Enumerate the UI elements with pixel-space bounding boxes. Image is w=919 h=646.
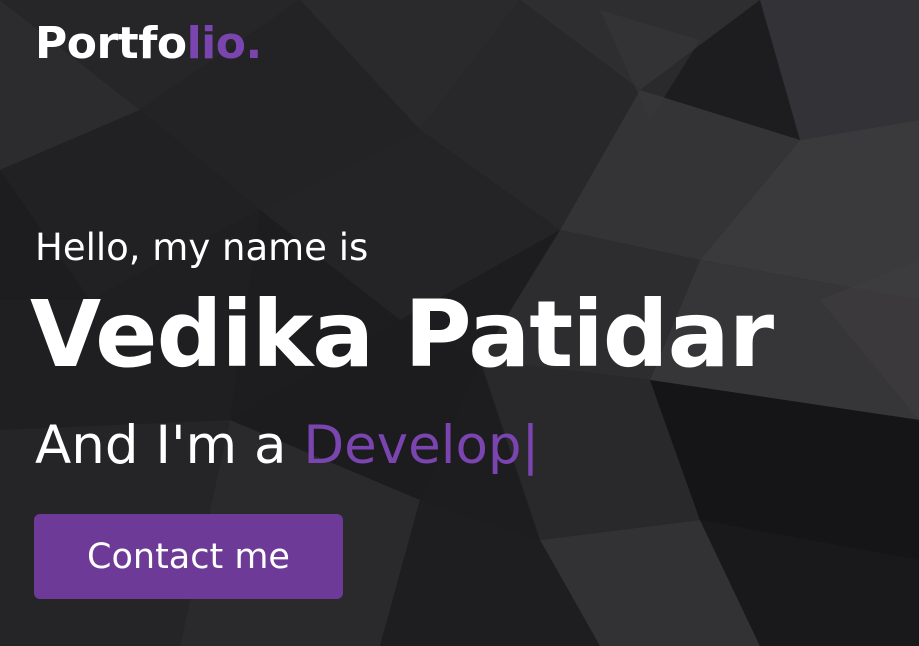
hero-section: Portfolio. Hello, my name is Vedika Pati… (0, 0, 919, 646)
contact-button[interactable]: Contact me (34, 514, 343, 599)
greeting-text: Hello, my name is (35, 226, 369, 269)
logo-text: Portfo (35, 18, 187, 69)
logo-accent-text: lio. (186, 18, 263, 69)
logo[interactable]: Portfolio. (35, 18, 262, 70)
role-prefix: And I'm a (35, 415, 304, 476)
role-line: And I'm a Develop| (35, 416, 539, 476)
typing-cursor: | (521, 415, 540, 476)
typed-role: Develop (303, 415, 522, 476)
hero-name: Vedika Patidar (30, 281, 774, 388)
